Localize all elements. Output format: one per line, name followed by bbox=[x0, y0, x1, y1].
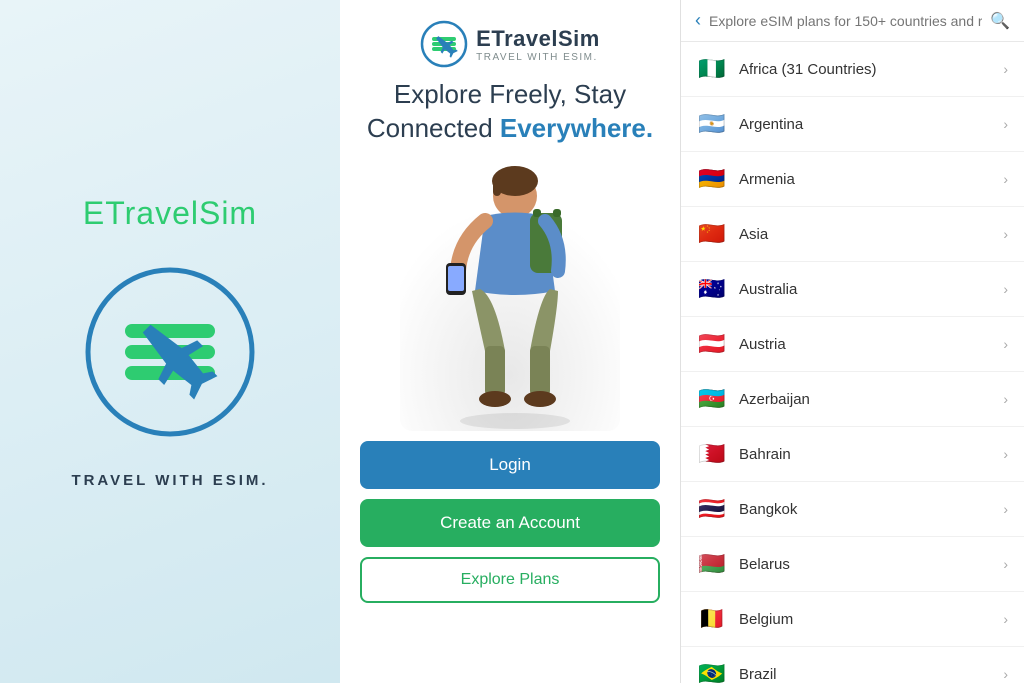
chevron-right-icon: › bbox=[1003, 281, 1008, 297]
country-flag: 🇦🇿 bbox=[697, 386, 727, 412]
country-flag: 🇦🇷 bbox=[697, 111, 727, 137]
chevron-right-icon: › bbox=[1003, 61, 1008, 77]
search-bar: ‹ 🔍 bbox=[681, 0, 1024, 42]
brand-logo-icon bbox=[80, 262, 260, 442]
country-name: Bangkok bbox=[739, 501, 991, 518]
country-name: Bahrain bbox=[739, 446, 991, 463]
right-panel: ‹ 🔍 🇳🇬 Africa (31 Countries) › 🇦🇷 Argent… bbox=[680, 0, 1024, 683]
country-name: Argentina bbox=[739, 116, 991, 133]
country-name: Asia bbox=[739, 226, 991, 243]
country-name: Africa (31 Countries) bbox=[739, 61, 991, 78]
chevron-right-icon: › bbox=[1003, 446, 1008, 462]
country-list-item[interactable]: 🇦🇿 Azerbaijan › bbox=[681, 372, 1024, 427]
country-flag: 🇦🇺 bbox=[697, 276, 727, 302]
country-flag: 🇹🇭 bbox=[697, 496, 727, 522]
tagline-part2: Connected bbox=[367, 113, 500, 143]
country-name: Australia bbox=[739, 281, 991, 298]
country-name: Brazil bbox=[739, 666, 991, 683]
tagline-bold: Everywhere. bbox=[500, 113, 653, 143]
country-list-item[interactable]: 🇦🇷 Argentina › bbox=[681, 97, 1024, 152]
explore-plans-button[interactable]: Explore Plans bbox=[360, 557, 660, 603]
chevron-right-icon: › bbox=[1003, 611, 1008, 627]
country-flag: 🇧🇾 bbox=[697, 551, 727, 577]
country-name: Belgium bbox=[739, 611, 991, 628]
create-account-button[interactable]: Create an Account bbox=[360, 499, 660, 547]
left-tagline: TRAVEL WITH ESIM. bbox=[71, 472, 268, 489]
country-list-item[interactable]: 🇧🇪 Belgium › bbox=[681, 592, 1024, 647]
country-list-item[interactable]: 🇹🇭 Bangkok › bbox=[681, 482, 1024, 537]
chevron-right-icon: › bbox=[1003, 556, 1008, 572]
country-name: Austria bbox=[739, 336, 991, 353]
country-list-item[interactable]: 🇧🇷 Brazil › bbox=[681, 647, 1024, 683]
middle-logo-text: ETravelSim TRAVEL WITH ESIM. bbox=[476, 26, 600, 63]
middle-panel: ETravelSim TRAVEL WITH ESIM. Explore Fre… bbox=[340, 0, 680, 683]
country-list-item[interactable]: 🇦🇺 Australia › bbox=[681, 262, 1024, 317]
back-button[interactable]: ‹ bbox=[695, 10, 701, 31]
left-panel: ETravelSim TRAVEL WITH ESIM. bbox=[0, 0, 340, 683]
country-flag: 🇦🇲 bbox=[697, 166, 727, 192]
middle-header: ETravelSim TRAVEL WITH ESIM. bbox=[420, 20, 600, 68]
person-svg bbox=[400, 151, 620, 431]
country-list: 🇳🇬 Africa (31 Countries) › 🇦🇷 Argentina … bbox=[681, 42, 1024, 683]
chevron-right-icon: › bbox=[1003, 336, 1008, 352]
country-name: Armenia bbox=[739, 171, 991, 188]
country-flag: 🇨🇳 bbox=[697, 221, 727, 247]
chevron-right-icon: › bbox=[1003, 501, 1008, 517]
country-flag: 🇧🇪 bbox=[697, 606, 727, 632]
country-list-item[interactable]: 🇳🇬 Africa (31 Countries) › bbox=[681, 42, 1024, 97]
country-flag: 🇧🇷 bbox=[697, 661, 727, 683]
search-input[interactable] bbox=[709, 13, 982, 29]
country-list-item[interactable]: 🇨🇳 Asia › bbox=[681, 207, 1024, 262]
chevron-right-icon: › bbox=[1003, 226, 1008, 242]
search-icon[interactable]: 🔍 bbox=[990, 11, 1010, 31]
country-flag: 🇳🇬 bbox=[697, 56, 727, 82]
tagline-part1: Explore Freely, Stay bbox=[394, 79, 626, 109]
chevron-right-icon: › bbox=[1003, 116, 1008, 132]
login-button[interactable]: Login bbox=[360, 441, 660, 489]
middle-logo-subtitle: TRAVEL WITH ESIM. bbox=[476, 52, 600, 63]
country-list-item[interactable]: 🇧🇾 Belarus › bbox=[681, 537, 1024, 592]
middle-tagline: Explore Freely, Stay Connected Everywher… bbox=[367, 78, 653, 146]
country-name: Belarus bbox=[739, 556, 991, 573]
middle-logo-icon bbox=[420, 20, 468, 68]
country-flag: 🇧🇭 bbox=[697, 441, 727, 467]
country-flag: 🇦🇹 bbox=[697, 331, 727, 357]
country-list-item[interactable]: 🇦🇹 Austria › bbox=[681, 317, 1024, 372]
country-name: Azerbaijan bbox=[739, 391, 991, 408]
person-image bbox=[400, 151, 620, 431]
country-list-item[interactable]: 🇧🇭 Bahrain › bbox=[681, 427, 1024, 482]
chevron-right-icon: › bbox=[1003, 171, 1008, 187]
chevron-right-icon: › bbox=[1003, 391, 1008, 407]
left-logo-text: ETravelSim bbox=[83, 195, 257, 232]
middle-logo-title: ETravelSim bbox=[476, 26, 600, 52]
country-list-item[interactable]: 🇦🇲 Armenia › bbox=[681, 152, 1024, 207]
chevron-right-icon: › bbox=[1003, 666, 1008, 682]
